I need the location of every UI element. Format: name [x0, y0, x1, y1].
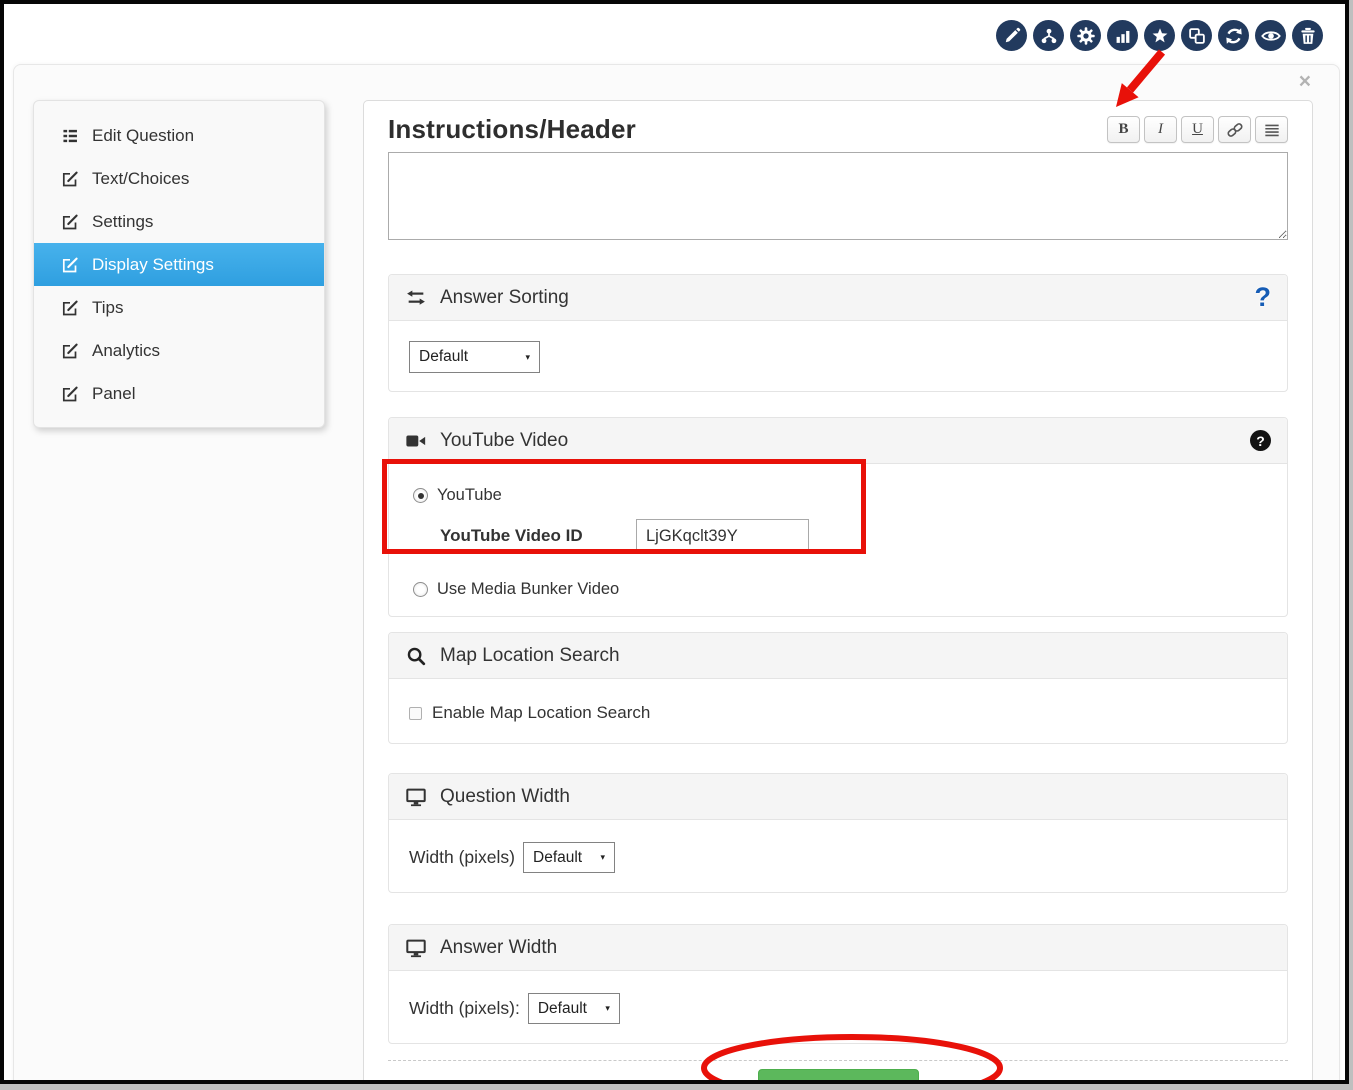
section-title: Question Width: [440, 786, 570, 808]
link-icon: [1225, 120, 1245, 140]
video-camera-icon: [405, 430, 427, 452]
sidebar-item-label: Settings: [92, 212, 153, 232]
copy-icon[interactable]: [1181, 20, 1212, 51]
star-icon[interactable]: [1144, 20, 1175, 51]
sidebar-item-label: Analytics: [92, 341, 160, 361]
enable-map-checkbox[interactable]: [409, 707, 422, 720]
justify-icon: [1262, 120, 1282, 140]
page-title: Instructions/Header: [388, 114, 636, 145]
section-youtube-video: YouTube Video ? YouTube YouTube Video ID…: [388, 417, 1288, 617]
desktop-icon: [405, 786, 427, 808]
help-glyph: ?: [1256, 433, 1265, 449]
pencil-square-icon: [61, 170, 79, 188]
edit-pencil-icon[interactable]: [996, 20, 1027, 51]
link-button[interactable]: [1218, 116, 1251, 143]
video-id-input[interactable]: [636, 519, 809, 553]
pencil-square-icon: [61, 385, 79, 403]
selected-value: Default: [538, 1000, 587, 1018]
sidebar-item-edit-question[interactable]: Edit Question: [34, 114, 324, 157]
logic-branch-icon[interactable]: [1033, 20, 1064, 51]
section-title: YouTube Video: [440, 430, 568, 452]
preview-eye-icon[interactable]: [1255, 20, 1286, 51]
sidebar-item-text-choices[interactable]: Text/Choices: [34, 157, 324, 200]
desktop-icon: [405, 937, 427, 959]
question-toolbar: [996, 20, 1323, 51]
pencil-square-icon: [61, 213, 79, 231]
sidebar-item-settings[interactable]: Settings: [34, 200, 324, 243]
refresh-icon[interactable]: [1218, 20, 1249, 51]
section-title: Answer Sorting: [440, 287, 569, 309]
chevron-down-icon: ▾: [525, 352, 530, 363]
pencil-square-icon: [61, 342, 79, 360]
bold-glyph: B: [1118, 121, 1128, 138]
exchange-icon: [405, 287, 427, 309]
selected-value: Default: [419, 348, 468, 366]
youtube-radio[interactable]: [413, 488, 428, 503]
settings-gear-icon[interactable]: [1070, 20, 1101, 51]
section-question-width: Question Width Width (pixels) Default ▾: [388, 773, 1288, 893]
bold-button[interactable]: B: [1107, 116, 1140, 143]
help-icon[interactable]: ?: [1255, 284, 1272, 311]
sidebar-item-analytics[interactable]: Analytics: [34, 329, 324, 372]
enable-map-label: Enable Map Location Search: [432, 703, 650, 723]
chevron-down-icon: ▾: [605, 1003, 610, 1014]
italic-button[interactable]: I: [1144, 116, 1177, 143]
section-answer-width: Answer Width Width (pixels): Default ▾: [388, 924, 1288, 1044]
question-width-label: Width (pixels): [409, 847, 515, 868]
underline-glyph: U: [1192, 121, 1203, 138]
video-id-label: YouTube Video ID: [440, 526, 636, 546]
bar-chart-icon[interactable]: [1107, 20, 1138, 51]
help-circle-icon[interactable]: ?: [1250, 430, 1271, 451]
instructions-textarea[interactable]: [388, 152, 1288, 240]
sidebar-item-label: Display Settings: [92, 255, 214, 275]
youtube-radio-label: YouTube: [437, 486, 502, 505]
search-icon: [405, 645, 427, 667]
section-map-location: Map Location Search Enable Map Location …: [388, 632, 1288, 744]
sidebar-item-label: Edit Question: [92, 126, 194, 146]
sidebar-item-label: Tips: [92, 298, 124, 318]
delete-trash-icon[interactable]: [1292, 20, 1323, 51]
answer-width-label: Width (pixels):: [409, 998, 520, 1019]
sidebar-item-display-settings[interactable]: Display Settings: [34, 243, 324, 286]
content-card: Instructions/Header B I U: [363, 100, 1313, 1084]
sidebar: Edit Question Text/Choices Settings Disp…: [33, 100, 325, 428]
answer-sorting-select[interactable]: Default ▾: [409, 341, 540, 373]
sidebar-item-tips[interactable]: Tips: [34, 286, 324, 329]
media-bunker-radio[interactable]: [413, 582, 428, 597]
justify-button[interactable]: [1255, 116, 1288, 143]
pencil-square-icon: [61, 256, 79, 274]
sidebar-item-label: Panel: [92, 384, 135, 404]
italic-glyph: I: [1158, 121, 1163, 138]
format-toolbar: B I U: [1107, 116, 1288, 143]
media-bunker-radio-label: Use Media Bunker Video: [437, 580, 619, 599]
selected-value: Default: [533, 849, 582, 867]
sidebar-item-panel[interactable]: Panel: [34, 372, 324, 415]
close-icon[interactable]: ×: [1299, 71, 1311, 92]
question-width-select[interactable]: Default ▾: [523, 842, 615, 873]
screenshot-frame: × Edit Question Text/Choices Settings Di…: [0, 0, 1349, 1084]
section-title: Answer Width: [440, 937, 557, 959]
edit-question-panel: × Edit Question Text/Choices Settings Di…: [13, 64, 1340, 1084]
answer-width-select[interactable]: Default ▾: [528, 993, 620, 1024]
chevron-down-icon: ▾: [600, 852, 605, 863]
save-question-button[interactable]: Save Question: [758, 1069, 919, 1084]
section-title: Map Location Search: [440, 645, 620, 667]
underline-button[interactable]: U: [1181, 116, 1214, 143]
section-answer-sorting: Answer Sorting ? Default ▾: [388, 274, 1288, 392]
list-icon: [61, 127, 79, 145]
sidebar-item-label: Text/Choices: [92, 169, 189, 189]
pencil-square-icon: [61, 299, 79, 317]
